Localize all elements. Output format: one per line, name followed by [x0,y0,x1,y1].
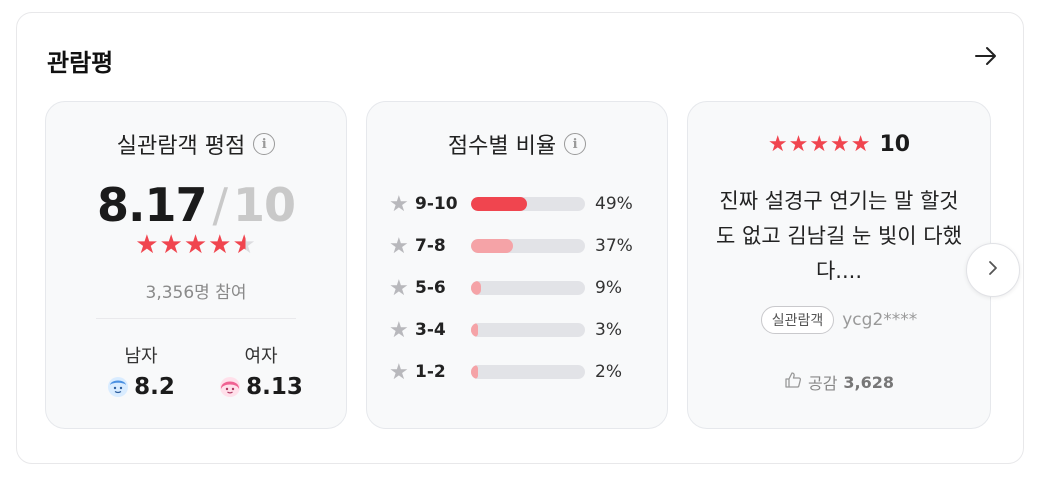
review-meta: 실관람객 ycg2**** [688,306,990,334]
average-score: 8.17 [96,178,207,232]
distribution-row: ★ 1-2 2% [389,359,622,385]
review-rating: ★★★★★ 10 [688,132,990,157]
ratio-bar-fill [471,281,481,295]
ratio-bar [471,323,585,337]
review-stars-icon: ★★★★★ [767,132,872,157]
distribution-card-title: 점수별 비율 [447,134,557,159]
arrow-right-icon[interactable] [971,41,1001,71]
score-separator: / [212,178,227,232]
review-score: 10 [879,132,911,157]
star-icon: ★ [208,230,233,260]
section-title: 관람평 [47,49,114,77]
ratio-percent: 37% [595,236,633,256]
verified-badge: 실관람객 [760,306,835,334]
score-range: 1-2 [415,362,446,382]
distribution-row: ★ 3-4 3% [389,317,622,343]
distribution-row: ★ 9-10 49% [389,191,633,217]
review-section: 관람평 실관람객 평점 i 8.17/10 ★★★★★ 3,356명 참여 남자… [16,12,1024,464]
star-icon: ★ [389,359,409,385]
rating-card-title: 실관람객 평점 [116,134,246,159]
distribution-row: ★ 5-6 9% [389,275,622,301]
score-max: 10 [232,178,296,232]
rating-card-heading: 실관람객 평점 i [46,128,346,160]
ratio-bar [471,197,585,211]
score-range: 9-10 [415,194,458,214]
like-count: 3,628 [843,372,895,392]
review-user: ycg2**** [842,310,918,330]
score-range: 7-8 [415,236,446,256]
chevron-right-icon [986,260,1000,280]
star-half-icon: ★ [232,230,257,260]
like-label: 공감 [807,374,838,393]
female-score: 여자 8.13 [206,342,316,400]
star-rating: ★★★★★ [46,232,346,258]
ratio-bar-fill [471,323,478,337]
female-avatar-icon [219,376,241,398]
ratio-bar-fill [471,365,478,379]
star-icon: ★ [135,230,160,260]
like-button[interactable]: 공감 3,628 [688,370,990,394]
star-icon: ★ [389,317,409,343]
ratio-bar [471,365,585,379]
score-display: 8.17/10 [46,182,346,228]
male-label: 남자 [124,346,158,367]
distribution-card-heading: 점수별 비율 i [367,128,667,160]
star-icon: ★ [389,191,409,217]
score-range: 3-4 [415,320,446,340]
female-label: 여자 [244,346,278,367]
male-score: 남자 8.2 [86,342,196,400]
thumbs-up-icon [784,371,802,393]
ratio-bar [471,281,585,295]
next-button[interactable] [966,243,1020,297]
rating-card: 실관람객 평점 i 8.17/10 ★★★★★ 3,356명 참여 남자 8.2… [45,101,347,429]
ratio-percent: 2% [595,362,622,382]
male-score-value: 8.2 [134,374,175,400]
review-text: 진짜 설경구 연기는 말 할것도 없고 김남길 눈 빛이 다했다.... [716,189,962,283]
ratio-bar-fill [471,197,527,211]
star-icon: ★ [389,275,409,301]
female-score-value: 8.13 [246,374,303,400]
ratio-percent: 3% [595,320,622,340]
divider [96,318,296,319]
ratio-bar [471,239,585,253]
ratio-bar-fill [471,239,513,253]
info-icon[interactable]: i [564,133,587,155]
ratio-percent: 9% [595,278,622,298]
participant-count: 3,356명 참여 [145,283,247,303]
star-icon: ★ [389,233,409,259]
distribution-card: 점수별 비율 i ★ 9-10 49% ★ 7-8 37% ★ 5-6 9% ★ 3-4 3% ★ 1-2… [366,101,668,429]
distribution-row: ★ 7-8 37% [389,233,633,259]
ratio-percent: 49% [595,194,633,214]
score-range: 5-6 [415,278,446,298]
star-icon: ★ [159,230,184,260]
info-icon[interactable]: i [253,133,276,155]
male-avatar-icon [107,376,129,398]
star-icon: ★ [183,230,209,260]
review-card[interactable]: ★★★★★ 10 진짜 설경구 연기는 말 할것도 없고 김남길 눈 빛이 다했… [687,101,991,429]
